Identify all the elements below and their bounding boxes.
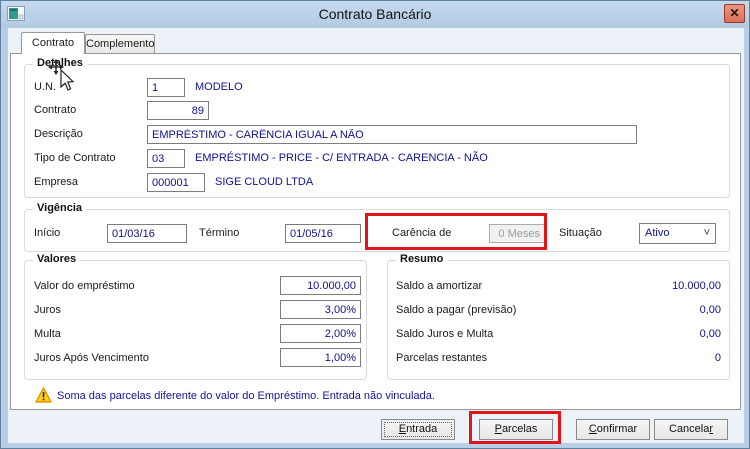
titlebar[interactable]: Contrato Bancário ✕: [1, 1, 749, 28]
dialog-client-area: Contrato Complemento Detalhes U.N. MODEL…: [8, 28, 744, 443]
situacao-label: Situação: [559, 227, 602, 239]
contrato-input[interactable]: [147, 101, 209, 120]
group-valores-title: Valores: [33, 253, 80, 265]
situacao-selected-value: Ativo: [645, 227, 669, 239]
valor-emprestimo-label: Valor do empréstimo: [34, 280, 135, 292]
tipo-contrato-input[interactable]: [147, 149, 185, 168]
chevron-down-icon: ˅: [704, 224, 710, 243]
contrato-label: Contrato: [34, 104, 76, 116]
juros-apos-vencimento-input[interactable]: [280, 348, 361, 367]
empresa-input[interactable]: [147, 173, 205, 192]
tipo-contrato-label: Tipo de Contrato: [34, 152, 116, 164]
juros-label: Juros: [34, 304, 61, 316]
tab-panel: Detalhes U.N. MODELO Contrato Descrição …: [10, 53, 741, 410]
inicio-label: Início: [34, 227, 60, 239]
descricao-label: Descrição: [34, 128, 83, 140]
group-vigencia-title: Vigência: [33, 202, 86, 214]
group-detalhes-title: Detalhes: [33, 57, 87, 69]
warning-icon: [35, 387, 52, 403]
cancelar-button-label-mnemonic: r: [709, 423, 713, 435]
un-input[interactable]: [147, 78, 185, 97]
saldo-pagar-value: 0,00: [551, 304, 721, 316]
carencia-highlight-annotation: [365, 213, 547, 250]
cancelar-button-label-pre: Cancela: [669, 423, 709, 435]
juros-apos-vencimento-label: Juros Após Vencimento: [34, 352, 149, 364]
multa-input[interactable]: [280, 324, 361, 343]
inicio-input[interactable]: [107, 224, 187, 243]
confirmar-button-label-rest: onfirmar: [597, 423, 637, 435]
saldo-pagar-label: Saldo a pagar (previsão): [396, 304, 516, 316]
entrada-button-label-rest: ntrada: [406, 423, 437, 435]
warning-message: Soma das parcelas diferente do valor do …: [57, 390, 435, 402]
tipo-contrato-description: EMPRÉSTIMO - PRICE - C/ ENTRADA - CARENC…: [195, 152, 488, 164]
tab-contrato[interactable]: Contrato: [21, 32, 85, 54]
empresa-label: Empresa: [34, 176, 78, 188]
un-label: U.N.: [34, 81, 56, 93]
entrada-button[interactable]: Entrada: [381, 419, 455, 440]
cancelar-button[interactable]: Cancelar: [654, 419, 728, 440]
entrada-button-label-mnemonic: E: [399, 423, 406, 435]
saldo-juros-multa-value: 0,00: [551, 328, 721, 340]
descricao-input[interactable]: [147, 125, 637, 144]
close-icon[interactable]: ✕: [724, 4, 745, 23]
saldo-amortizar-value: 10.000,00: [551, 280, 721, 292]
saldo-amortizar-label: Saldo a amortizar: [396, 280, 482, 292]
window-title: Contrato Bancário: [1, 6, 749, 22]
termino-label: Término: [199, 227, 239, 239]
valor-emprestimo-input[interactable]: [280, 276, 361, 295]
group-resumo-title: Resumo: [396, 253, 447, 265]
tab-complemento[interactable]: Complemento: [85, 34, 155, 54]
confirmar-button[interactable]: Confirmar: [576, 419, 650, 440]
contract-dialog-window: Contrato Bancário ✕ Contrato Complemento…: [0, 0, 750, 449]
termino-input[interactable]: [285, 224, 361, 243]
parcelas-restantes-label: Parcelas restantes: [396, 352, 487, 364]
parcelas-highlight-annotation: [469, 411, 561, 444]
parcelas-restantes-value: 0: [551, 352, 721, 364]
situacao-select[interactable]: Ativo ˅: [639, 223, 716, 244]
multa-label: Multa: [34, 328, 61, 340]
juros-input[interactable]: [280, 300, 361, 319]
saldo-juros-multa-label: Saldo Juros e Multa: [396, 328, 493, 340]
empresa-description: SIGE CLOUD LTDA: [215, 176, 313, 188]
confirmar-button-label-mnemonic: C: [589, 423, 597, 435]
un-description: MODELO: [195, 81, 243, 93]
